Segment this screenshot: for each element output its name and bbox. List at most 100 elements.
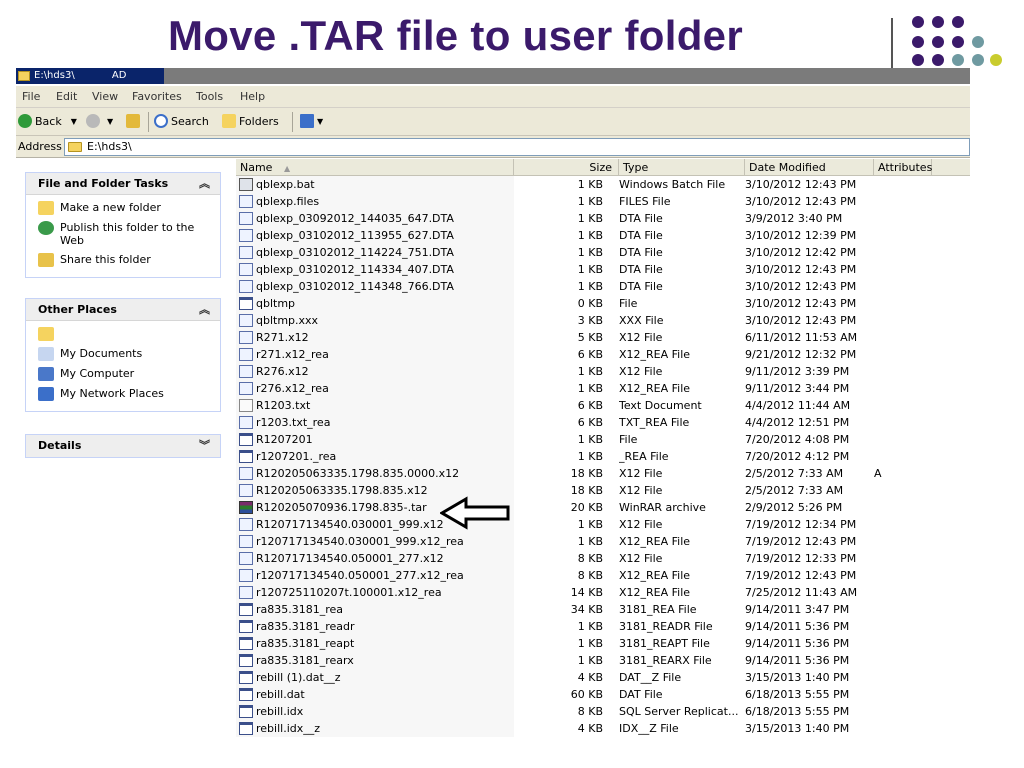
details-header[interactable]: Details ︾ bbox=[26, 435, 220, 457]
file-name[interactable]: R120205063335.1798.835.0000.x12 bbox=[236, 465, 514, 482]
file-row[interactable]: r120725110207t.100001.x12_rea 14 KB X12_RE… bbox=[236, 584, 970, 601]
file-row[interactable]: qblexp_03102012_114224_751.DTA 1 KB DTA Fi… bbox=[236, 244, 970, 261]
file-name[interactable]: r271.x12_rea bbox=[236, 346, 514, 363]
file-row[interactable]: R120717134540.030001_999.x12 1 KB X12 File… bbox=[236, 516, 970, 533]
file-name[interactable]: qblexp_03102012_114334_407.DTA bbox=[236, 261, 514, 278]
table-file-icon bbox=[239, 637, 253, 650]
file-name[interactable]: qblexp_03102012_114348_766.DTA bbox=[236, 278, 514, 295]
address-field[interactable]: E:\hds3\ bbox=[64, 138, 970, 156]
folders-button[interactable]: Folders bbox=[222, 114, 279, 128]
file-name[interactable]: R276.x12 bbox=[236, 363, 514, 380]
file-row[interactable]: r1207201._rea 1 KB _REA File 7/20/2012 4:12… bbox=[236, 448, 970, 465]
search-button[interactable]: Search bbox=[154, 114, 209, 128]
file-name[interactable]: R1203.txt bbox=[236, 397, 514, 414]
file-row[interactable]: R120205063335.1798.835.0000.x12 18 KB X12 … bbox=[236, 465, 970, 482]
menu-help[interactable]: Help bbox=[240, 90, 265, 103]
file-name[interactable]: rebill.idx bbox=[236, 703, 514, 720]
file-name[interactable]: qblexp_03102012_113955_627.DTA bbox=[236, 227, 514, 244]
file-row[interactable]: rebill.dat 60 KB DAT File 6/18/2013 5:55 PM bbox=[236, 686, 970, 703]
file-row[interactable]: rebill.idx 8 KB SQL Server Replicat... 6/18… bbox=[236, 703, 970, 720]
place-my-computer[interactable]: My Computer bbox=[38, 367, 212, 381]
menu-tools[interactable]: Tools bbox=[196, 90, 223, 103]
file-name[interactable]: rebill.idx__z bbox=[236, 720, 514, 737]
file-row[interactable]: qblexp_03092012_144035_647.DTA 1 KB DTA Fi… bbox=[236, 210, 970, 227]
file-name[interactable]: R1207201 bbox=[236, 431, 514, 448]
file-row[interactable]: qbltmp.xxx 3 KB XXX File 3/10/2012 12:43 PM bbox=[236, 312, 970, 329]
file-row[interactable]: r120717134540.030001_999.x12_rea 1 KB X12_… bbox=[236, 533, 970, 550]
file-name[interactable]: R120717134540.050001_277.x12 bbox=[236, 550, 514, 567]
file-row[interactable]: r276.x12_rea 1 KB X12_REA File 9/11/2012 3:… bbox=[236, 380, 970, 397]
file-name[interactable]: qblexp.bat bbox=[236, 176, 514, 193]
file-row[interactable]: ra835.3181_rearx 1 KB 3181_REARX File 9/14/… bbox=[236, 652, 970, 669]
file-row[interactable]: R1203.txt 6 KB Text Document 4/4/2012 11:44… bbox=[236, 397, 970, 414]
task-publish-folder[interactable]: Publish this folder to the Web bbox=[38, 221, 212, 247]
menu-file[interactable]: File bbox=[22, 90, 40, 103]
file-name[interactable]: qbltmp.xxx bbox=[236, 312, 514, 329]
menu-edit[interactable]: Edit bbox=[56, 90, 77, 103]
file-name[interactable]: qblexp.files bbox=[236, 193, 514, 210]
forward-button[interactable]: ▼ bbox=[86, 114, 113, 128]
task-share-folder[interactable]: Share this folder bbox=[38, 253, 212, 267]
file-row[interactable]: r1203.txt_rea 6 KB TXT_REA File 4/4/2012 12… bbox=[236, 414, 970, 431]
chevron-up-icon[interactable]: ︽ bbox=[199, 173, 210, 195]
file-row[interactable]: ra835.3181_readr 1 KB 3181_READR File 9/14/… bbox=[236, 618, 970, 635]
file-name[interactable]: qbltmp bbox=[236, 295, 514, 312]
file-row[interactable]: R1207201 1 KB File 7/20/2012 4:08 PM bbox=[236, 431, 970, 448]
up-folder-button[interactable] bbox=[126, 114, 140, 128]
window-titlebar[interactable]: E:\hds3\ AD bbox=[16, 68, 970, 84]
file-row[interactable]: R120717134540.050001_277.x12 8 KB X12 File… bbox=[236, 550, 970, 567]
file-name[interactable]: r276.x12_rea bbox=[236, 380, 514, 397]
file-folder-tasks-header[interactable]: File and Folder Tasks ︽ bbox=[26, 173, 220, 195]
column-header-date-modified[interactable]: Date Modified bbox=[745, 159, 874, 176]
file-row[interactable]: qblexp_03102012_114348_766.DTA 1 KB DTA Fi… bbox=[236, 278, 970, 295]
place-my-documents[interactable]: My Documents bbox=[38, 347, 212, 361]
file-row[interactable]: R276.x12 1 KB X12 File 9/11/2012 3:39 PM bbox=[236, 363, 970, 380]
chevron-down-icon[interactable]: ︾ bbox=[199, 435, 210, 457]
file-name[interactable]: ra835.3181_rearx bbox=[236, 652, 514, 669]
file-name[interactable]: r120725110207t.100001.x12_rea bbox=[236, 584, 514, 601]
file-row[interactable]: R271.x12 5 KB X12 File 6/11/2012 11:53 AM bbox=[236, 329, 970, 346]
menu-view[interactable]: View bbox=[92, 90, 118, 103]
file-type: DAT__Z File bbox=[619, 671, 682, 684]
place-parent-folder[interactable] bbox=[38, 327, 212, 341]
place-my-network-places[interactable]: My Network Places bbox=[38, 387, 212, 401]
file-name[interactable]: ra835.3181_rea bbox=[236, 601, 514, 618]
file-name[interactable]: rebill (1).dat__z bbox=[236, 669, 514, 686]
chevron-up-icon[interactable]: ︽ bbox=[199, 299, 210, 321]
file-row[interactable]: R120205070936.1798.835-.tar 20 KB WinRAR a… bbox=[236, 499, 970, 516]
file-row[interactable]: qblexp_03102012_113955_627.DTA 1 KB DTA Fi… bbox=[236, 227, 970, 244]
file-size: 18 KB bbox=[570, 467, 603, 480]
file-row[interactable]: rebill.idx__z 4 KB IDX__Z File 3/15/2013 1:… bbox=[236, 720, 970, 737]
file-name[interactable]: qblexp_03102012_114224_751.DTA bbox=[236, 244, 514, 261]
file-name[interactable]: rebill.dat bbox=[236, 686, 514, 703]
file-name[interactable]: ra835.3181_readr bbox=[236, 618, 514, 635]
file-size: 1 KB bbox=[577, 535, 603, 548]
file-name[interactable]: r1203.txt_rea bbox=[236, 414, 514, 431]
file-row[interactable]: ra835.3181_rea 34 KB 3181_REA File 9/14/201… bbox=[236, 601, 970, 618]
file-name[interactable]: r1207201._rea bbox=[236, 448, 514, 465]
file-name[interactable]: r120717134540.050001_277.x12_rea bbox=[236, 567, 514, 584]
column-header-name[interactable]: Name ▲ bbox=[236, 159, 514, 176]
file-name[interactable]: qblexp_03092012_144035_647.DTA bbox=[236, 210, 514, 227]
file-row[interactable]: qblexp.bat 1 KB Windows Batch File 3/10/201… bbox=[236, 176, 970, 193]
file-row[interactable]: qblexp_03102012_114334_407.DTA 1 KB DTA Fi… bbox=[236, 261, 970, 278]
file-row[interactable]: ra835.3181_reapt 1 KB 3181_REAPT File 9/14/… bbox=[236, 635, 970, 652]
file-row[interactable]: r271.x12_rea 6 KB X12_REA File 9/21/2012 12… bbox=[236, 346, 970, 363]
file-row[interactable]: qblexp.files 1 KB FILES File 3/10/2012 12:4… bbox=[236, 193, 970, 210]
column-header-type[interactable]: Type bbox=[619, 159, 745, 176]
back-button[interactable]: Back ▼ bbox=[18, 114, 77, 128]
file-row[interactable]: qbltmp 0 KB File 3/10/2012 12:43 PM bbox=[236, 295, 970, 312]
column-header-attributes[interactable]: Attributes bbox=[874, 159, 932, 176]
file-name[interactable]: ra835.3181_reapt bbox=[236, 635, 514, 652]
file-name[interactable]: r120717134540.030001_999.x12_rea bbox=[236, 533, 514, 550]
column-header-size[interactable]: Size bbox=[514, 159, 619, 176]
file-row[interactable]: R120205063335.1798.835.x12 18 KB X12 File 2… bbox=[236, 482, 970, 499]
generic-file-icon bbox=[239, 246, 253, 259]
menu-favorites[interactable]: Favorites bbox=[132, 90, 182, 103]
other-places-header[interactable]: Other Places ︽ bbox=[26, 299, 220, 321]
task-make-new-folder[interactable]: Make a new folder bbox=[38, 201, 212, 215]
file-name[interactable]: R271.x12 bbox=[236, 329, 514, 346]
views-button[interactable]: ▼ bbox=[300, 114, 323, 128]
file-row[interactable]: r120717134540.050001_277.x12_rea 8 KB X12_… bbox=[236, 567, 970, 584]
file-row[interactable]: rebill (1).dat__z 4 KB DAT__Z File 3/15/201… bbox=[236, 669, 970, 686]
